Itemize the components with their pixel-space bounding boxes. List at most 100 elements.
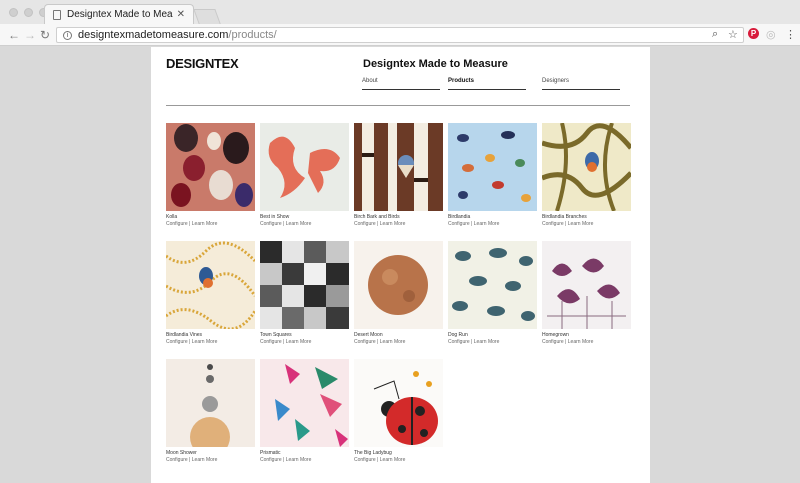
product-name[interactable]: Birdlandia xyxy=(448,214,537,221)
product-name[interactable]: Birch Bark and Birds xyxy=(354,214,443,221)
configure-link[interactable]: Configure xyxy=(448,339,470,345)
learn-more-link[interactable]: Learn More xyxy=(192,339,218,345)
learn-more-link[interactable]: Learn More xyxy=(286,339,312,345)
product-links: Configure | Learn More xyxy=(166,457,255,464)
product-card[interactable]: Dog Run Configure | Learn More xyxy=(448,241,537,346)
configure-link[interactable]: Configure xyxy=(166,339,188,345)
product-name[interactable]: Dog Run xyxy=(448,332,537,339)
minimize-window-button[interactable] xyxy=(24,8,33,17)
product-card[interactable]: Homegrown Configure | Learn More xyxy=(542,241,631,346)
product-card[interactable]: Birdlandia Branches Configure | Learn Mo… xyxy=(542,123,631,228)
learn-more-link[interactable]: Learn More xyxy=(380,221,406,227)
nav-item-about[interactable]: About xyxy=(362,78,440,90)
product-name[interactable]: Kolla xyxy=(166,214,255,221)
separator: | xyxy=(189,221,191,227)
header-divider xyxy=(166,105,630,106)
close-window-button[interactable] xyxy=(9,8,18,17)
search-icon[interactable]: ⌕ xyxy=(712,28,718,41)
learn-more-link[interactable]: Learn More xyxy=(192,457,218,463)
product-card[interactable]: Prismatic Configure | Learn More xyxy=(260,359,349,464)
product-links: Configure | Learn More xyxy=(354,457,443,464)
product-thumbnail-birdlandia-branches[interactable] xyxy=(542,123,631,211)
product-links: Configure | Learn More xyxy=(260,457,349,464)
learn-more-link[interactable]: Learn More xyxy=(380,457,406,463)
configure-link[interactable]: Configure xyxy=(542,339,564,345)
product-thumbnail-kolla[interactable] xyxy=(166,123,255,211)
browser-tab[interactable]: Designtex Made to Measure | D ✕ xyxy=(44,4,194,24)
product-name[interactable]: Desert Moon xyxy=(354,332,443,339)
product-name[interactable]: The Big Ladybug xyxy=(354,450,443,457)
product-links: Configure | Learn More xyxy=(260,339,349,346)
forward-arrow-icon[interactable]: → xyxy=(24,28,36,42)
product-card[interactable]: Birch Bark and Birds Configure | Learn M… xyxy=(354,123,443,228)
learn-more-link[interactable]: Learn More xyxy=(474,221,500,227)
product-name[interactable]: Birdlandia Vines xyxy=(166,332,255,339)
product-name[interactable]: Prismatic xyxy=(260,450,349,457)
configure-link[interactable]: Configure xyxy=(166,221,188,227)
product-links: Configure | Learn More xyxy=(354,221,443,228)
learn-more-link[interactable]: Learn More xyxy=(568,339,594,345)
info-icon[interactable]: i xyxy=(63,30,72,40)
page-title: Designtex Made to Measure xyxy=(363,58,508,70)
product-thumbnail-homegrown[interactable] xyxy=(542,241,631,329)
product-card[interactable]: Moon Shower Configure | Learn More xyxy=(166,359,255,464)
configure-link[interactable]: Configure xyxy=(260,457,282,463)
product-thumbnail-prismatic[interactable] xyxy=(260,359,349,447)
product-thumbnail-birdlandia-vines[interactable] xyxy=(166,241,255,329)
product-name[interactable]: Moon Shower xyxy=(166,450,255,457)
configure-link[interactable]: Configure xyxy=(354,221,376,227)
product-thumbnail-birch-bark-and-birds[interactable] xyxy=(354,123,443,211)
product-links: Configure | Learn More xyxy=(354,339,443,346)
product-card[interactable]: Kolla Configure | Learn More xyxy=(166,123,255,228)
product-name[interactable]: Best in Show xyxy=(260,214,349,221)
back-arrow-icon[interactable]: ← xyxy=(8,28,20,42)
product-name[interactable]: Town Squares xyxy=(260,332,349,339)
browser-toolbar: ← → ↻ i designtexmadetomeasure.com/produ… xyxy=(0,24,800,46)
product-card[interactable]: Town Squares Configure | Learn More xyxy=(260,241,349,346)
product-thumbnail-the-big-ladybug[interactable] xyxy=(354,359,443,447)
configure-link[interactable]: Configure xyxy=(354,457,376,463)
bookmark-star-icon[interactable]: ☆ xyxy=(728,28,738,41)
close-icon[interactable]: ✕ xyxy=(177,9,185,20)
product-thumbnail-desert-moon[interactable] xyxy=(354,241,443,329)
product-thumbnail-best-in-show[interactable] xyxy=(260,123,349,211)
configure-link[interactable]: Configure xyxy=(260,221,282,227)
configure-link[interactable]: Configure xyxy=(542,221,564,227)
learn-more-link[interactable]: Learn More xyxy=(380,339,406,345)
separator: | xyxy=(377,221,379,227)
product-name[interactable]: Birdlandia Branches xyxy=(542,214,631,221)
product-links: Configure | Learn More xyxy=(166,221,255,228)
menu-icon[interactable]: ⋮ xyxy=(785,28,796,41)
learn-more-link[interactable]: Learn More xyxy=(568,221,594,227)
product-links: Configure | Learn More xyxy=(542,221,631,228)
product-thumbnail-dog-run[interactable] xyxy=(448,241,537,329)
new-tab-button[interactable] xyxy=(193,9,221,24)
reload-icon[interactable]: ↻ xyxy=(40,28,50,42)
learn-more-link[interactable]: Learn More xyxy=(286,457,312,463)
designtex-logo[interactable]: DESIGNTEX xyxy=(166,56,239,71)
configure-link[interactable]: Configure xyxy=(448,221,470,227)
learn-more-link[interactable]: Learn More xyxy=(192,221,218,227)
product-thumbnail-town-squares[interactable] xyxy=(260,241,349,329)
product-card[interactable]: Birdlandia Vines Configure | Learn More xyxy=(166,241,255,346)
separator: | xyxy=(565,339,567,345)
configure-link[interactable]: Configure xyxy=(354,339,376,345)
nav-item-designers[interactable]: Designers xyxy=(542,78,620,90)
pinterest-icon[interactable]: P xyxy=(748,28,759,39)
learn-more-link[interactable]: Learn More xyxy=(474,339,500,345)
configure-link[interactable]: Configure xyxy=(260,339,282,345)
extension-icon[interactable]: ◎ xyxy=(766,28,776,41)
separator: | xyxy=(283,339,285,345)
product-card[interactable]: Birdlandia Configure | Learn More xyxy=(448,123,537,228)
product-thumbnail-birdlandia[interactable] xyxy=(448,123,537,211)
configure-link[interactable]: Configure xyxy=(166,457,188,463)
product-card[interactable]: Best in Show Configure | Learn More xyxy=(260,123,349,228)
product-thumbnail-moon-shower[interactable] xyxy=(166,359,255,447)
product-name[interactable]: Homegrown xyxy=(542,332,631,339)
address-bar[interactable]: i designtexmadetomeasure.com/products/ xyxy=(56,27,744,43)
product-card[interactable]: Desert Moon Configure | Learn More xyxy=(354,241,443,346)
product-card[interactable]: The Big Ladybug Configure | Learn More xyxy=(354,359,443,464)
learn-more-link[interactable]: Learn More xyxy=(286,221,312,227)
nav-item-products[interactable]: Products xyxy=(448,78,526,90)
product-links: Configure | Learn More xyxy=(542,339,631,346)
